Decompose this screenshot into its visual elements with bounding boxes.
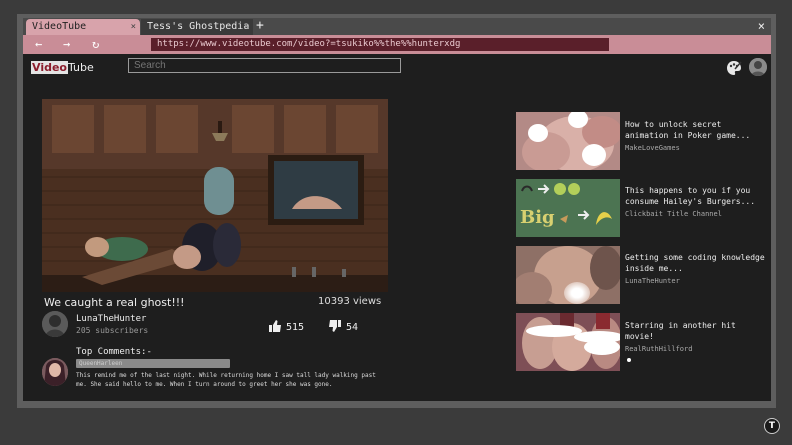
profile-avatar[interactable] — [749, 58, 767, 76]
recommendation-channel[interactable]: LunaTheHunter — [625, 277, 680, 285]
video-title: We caught a real ghost!!! — [44, 296, 185, 309]
thumbs-up-icon — [269, 320, 281, 332]
tab-label: Tess's Ghostpedia — [147, 21, 250, 32]
channel-name[interactable]: LunaTheHunter — [76, 314, 146, 324]
recommendation-title[interactable]: Getting some coding knowledge inside me.… — [625, 252, 765, 274]
t-badge-icon[interactable]: T — [764, 418, 780, 434]
recommendation-title[interactable]: How to unlock secret animation in Poker … — [625, 119, 765, 141]
tab-bar: VideoTube × Tess's Ghostpedia × + × — [23, 18, 771, 35]
tab-ghostpedia[interactable]: Tess's Ghostpedia × — [141, 19, 253, 35]
thumbs-down-icon — [329, 320, 341, 332]
logo-text: Tube — [68, 61, 94, 74]
censor-blob — [584, 339, 620, 355]
censor-blob — [564, 282, 590, 304]
comments-heading: Top Comments:- — [76, 347, 152, 357]
recommendation-thumbnail[interactable] — [516, 112, 620, 170]
recommendation-channel[interactable]: Clickbait Title Channel — [625, 210, 722, 218]
tab-close-icon[interactable]: × — [244, 19, 249, 35]
tab-label: VideoTube — [32, 21, 87, 32]
browser-window: VideoTube × Tess's Ghostpedia × + × ← → … — [23, 18, 771, 401]
comment-text: This remind me of the last night. While … — [76, 372, 376, 388]
censor-blob — [528, 124, 548, 142]
subscriber-count: 205 subscribers — [76, 326, 149, 335]
recommendation-channel[interactable]: RealRuthHillford — [625, 345, 692, 353]
forward-button[interactable]: → — [63, 36, 70, 53]
window-close-button[interactable]: × — [758, 18, 765, 35]
logo-mark: Video — [31, 61, 68, 74]
back-button[interactable]: ← — [35, 36, 42, 53]
dislike-count: 54 — [346, 322, 359, 333]
comment-author[interactable]: QueenHarleen — [76, 359, 230, 368]
site-logo[interactable]: VideoTube — [31, 61, 94, 74]
reload-button[interactable]: ↻ — [92, 36, 99, 53]
new-tab-button[interactable]: + — [256, 18, 264, 34]
recommendation-channel[interactable]: MakeLoveGames — [625, 144, 680, 152]
dislike-button[interactable]: 54 — [329, 320, 358, 333]
channel-avatar[interactable] — [42, 311, 68, 337]
recommendation-thumbnail[interactable] — [516, 313, 620, 371]
svg-text:Big: Big — [520, 207, 555, 228]
recommendation-title[interactable]: This happens to you if you consume Haile… — [625, 185, 765, 207]
tab-close-icon[interactable]: × — [131, 19, 136, 35]
recommendation-thumbnail[interactable]: Big — [516, 179, 620, 237]
palette-icon[interactable] — [726, 60, 742, 76]
tab-videotube[interactable]: VideoTube × — [26, 19, 140, 35]
search-input[interactable] — [128, 58, 401, 73]
commenter-avatar[interactable] — [42, 358, 68, 386]
address-bar[interactable]: https://www.videotube.com/video?=tsukiko… — [151, 38, 609, 51]
recommendation-title[interactable]: Starring in another hit movie! — [625, 320, 765, 342]
view-count: 10393 views — [318, 296, 382, 307]
like-count: 515 — [286, 322, 305, 333]
like-button[interactable]: 515 — [269, 320, 304, 333]
censor-blob — [582, 144, 606, 166]
recommendation-thumbnail[interactable] — [516, 246, 620, 304]
dot-marker — [627, 358, 631, 362]
navigation-bar: ← → ↻ https://www.videotube.com/video?=t… — [23, 35, 771, 54]
video-player[interactable] — [42, 99, 388, 292]
